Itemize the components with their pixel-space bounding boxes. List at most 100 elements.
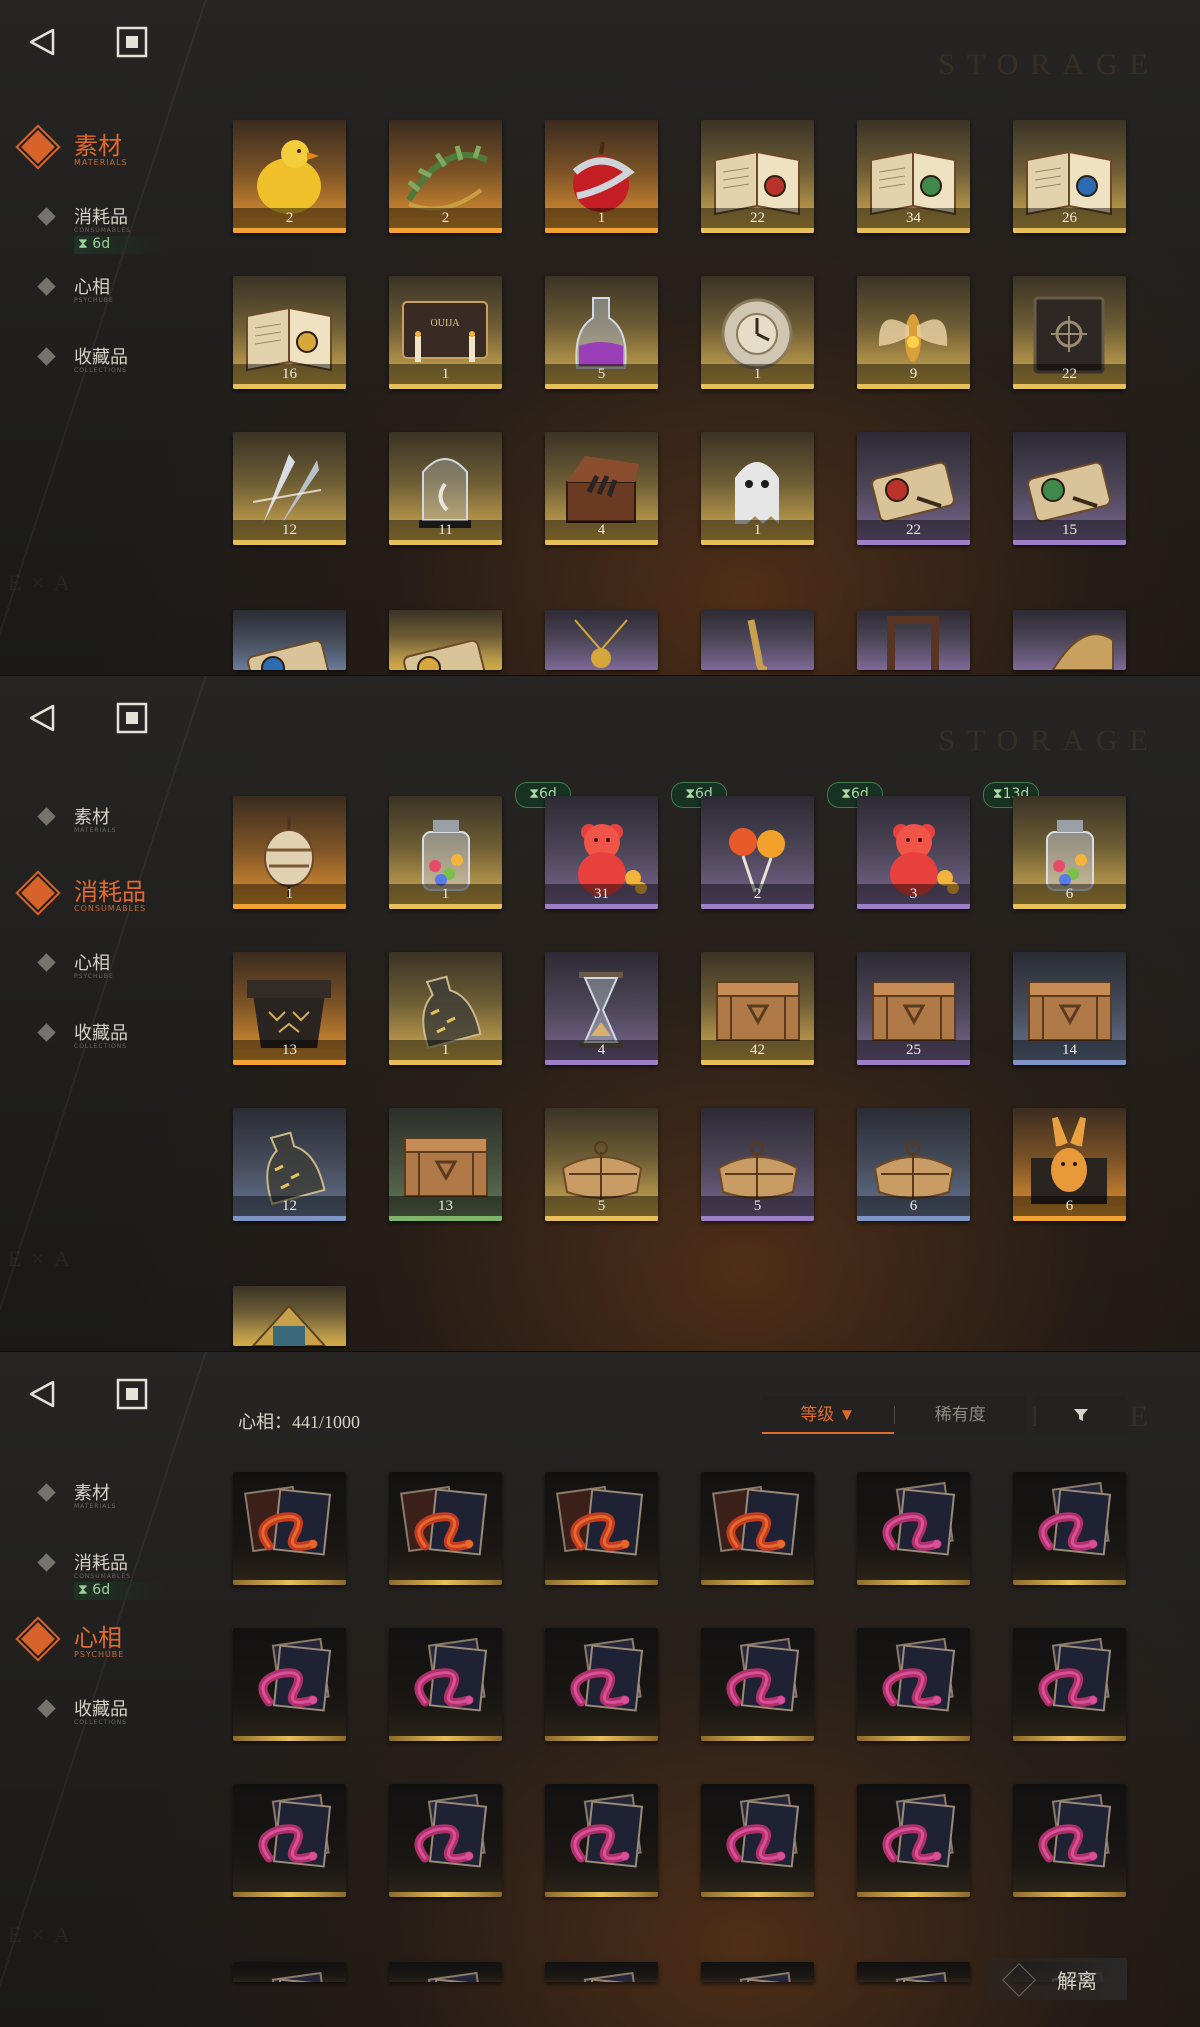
item-tile[interactable]: 31 bbox=[545, 796, 658, 909]
psychube-card[interactable] bbox=[389, 1628, 502, 1741]
item-count: 26 bbox=[1013, 208, 1126, 228]
item-tile[interactable]: 12 bbox=[233, 1108, 346, 1221]
item-tile[interactable]: 1 bbox=[233, 796, 346, 909]
item-tile[interactable]: 1 bbox=[389, 952, 502, 1065]
item-tile[interactable] bbox=[857, 610, 970, 670]
item-tile[interactable]: 22 bbox=[1013, 276, 1126, 389]
item-tile[interactable]: 14 bbox=[1013, 952, 1126, 1065]
item-tile[interactable]: 2 bbox=[233, 120, 346, 233]
rarity-bar bbox=[857, 384, 970, 389]
item-tile[interactable]: 2 bbox=[389, 120, 502, 233]
item-tile[interactable]: 1 bbox=[701, 276, 814, 389]
back-button[interactable] bbox=[22, 22, 62, 62]
item-tile[interactable]: 11 bbox=[389, 432, 502, 545]
item-tile[interactable]: 5 bbox=[545, 276, 658, 389]
psychube-card[interactable] bbox=[857, 1784, 970, 1897]
item-tile[interactable] bbox=[233, 610, 346, 670]
psychube-card[interactable] bbox=[545, 1472, 658, 1585]
rarity-bar bbox=[701, 540, 814, 545]
nav-item-psychube[interactable]: 心相 PSYCHUBE bbox=[0, 266, 200, 336]
nav-item-materials[interactable]: 素材 MATERIALS bbox=[0, 1472, 200, 1542]
item-tile[interactable]: 22 bbox=[701, 120, 814, 233]
item-tile[interactable]: 5 bbox=[701, 1108, 814, 1221]
item-tile[interactable]: 1 bbox=[545, 120, 658, 233]
rarity-bar bbox=[701, 904, 814, 909]
home-button[interactable] bbox=[112, 698, 152, 738]
filter-button[interactable] bbox=[1036, 1396, 1126, 1434]
psychube-card[interactable] bbox=[701, 1628, 814, 1741]
psychube-card[interactable] bbox=[1013, 1628, 1126, 1741]
nav-item-psychube[interactable]: 心相 PSYCHUBE bbox=[0, 942, 200, 1012]
item-tile[interactable]: 22 bbox=[857, 432, 970, 545]
item-tile[interactable]: 5 bbox=[545, 1108, 658, 1221]
psychube-card[interactable] bbox=[701, 1962, 814, 1982]
psychube-card[interactable] bbox=[1013, 1784, 1126, 1897]
rarity-bar bbox=[233, 384, 346, 389]
psychube-card[interactable] bbox=[233, 1628, 346, 1741]
item-tile[interactable]: 4 bbox=[545, 952, 658, 1065]
sort-by-rarity[interactable]: 稀有度 bbox=[895, 1396, 1027, 1434]
item-tile[interactable]: 25 bbox=[857, 952, 970, 1065]
filter-icon bbox=[1074, 1409, 1088, 1421]
psychube-card[interactable] bbox=[857, 1628, 970, 1741]
psychube-card[interactable] bbox=[545, 1962, 658, 1982]
item-tile[interactable] bbox=[389, 610, 502, 670]
item-tile[interactable]: 2 bbox=[701, 796, 814, 909]
item-tile[interactable] bbox=[545, 610, 658, 670]
psychube-card[interactable] bbox=[545, 1628, 658, 1741]
nav-item-consumables[interactable]: 消耗品 CONSUMABLES ⧗ 6d bbox=[0, 1542, 200, 1612]
nav-item-sublabel: CONSUMABLES bbox=[74, 1573, 131, 1580]
nav-item-collections[interactable]: 收藏品 COLLECTIONS bbox=[0, 1012, 200, 1082]
nav-item-materials[interactable]: 素材 MATERIALS bbox=[0, 796, 200, 866]
item-tile[interactable]: 16 bbox=[233, 276, 346, 389]
item-tile[interactable]: 1 bbox=[701, 432, 814, 545]
back-button[interactable] bbox=[22, 698, 62, 738]
nav-item-consumables[interactable]: 消耗品 CONSUMABLES ⧗ 6d bbox=[0, 196, 200, 266]
back-button[interactable] bbox=[22, 1374, 62, 1414]
psychube-card[interactable] bbox=[233, 1472, 346, 1585]
item-tile[interactable]: 6 bbox=[857, 1108, 970, 1221]
psychube-card[interactable] bbox=[389, 1784, 502, 1897]
item-tile[interactable] bbox=[701, 610, 814, 670]
item-tile[interactable] bbox=[1013, 610, 1126, 670]
psychube-card[interactable] bbox=[389, 1962, 502, 1982]
nav-item-consumables[interactable]: 消耗品 CONSUMABLES bbox=[0, 866, 200, 946]
home-button[interactable] bbox=[112, 1374, 152, 1414]
rarity-bar bbox=[1013, 228, 1126, 233]
psychube-card[interactable] bbox=[701, 1784, 814, 1897]
nav-item-materials[interactable]: 素材 MATERIALS bbox=[0, 120, 200, 200]
nav-item-label: 心相 bbox=[74, 953, 110, 973]
item-tile[interactable]: 6 bbox=[1013, 796, 1126, 909]
item-tile[interactable]: 6 bbox=[1013, 1108, 1126, 1221]
nav-item-sublabel: PSYCHUBE bbox=[74, 1650, 125, 1659]
nav-item-collections[interactable]: 收藏品 COLLECTIONS bbox=[0, 336, 200, 406]
item-tile[interactable]: 13 bbox=[233, 952, 346, 1065]
item-tile[interactable]: 42 bbox=[701, 952, 814, 1065]
item-tile[interactable] bbox=[233, 1286, 346, 1346]
psychube-card[interactable] bbox=[857, 1472, 970, 1585]
nav-item-psychube[interactable]: 心相 PSYCHUBE bbox=[0, 1612, 200, 1692]
rarity-bar bbox=[545, 540, 658, 545]
home-button[interactable] bbox=[112, 22, 152, 62]
sort-by-level[interactable]: 等级 ▼ bbox=[762, 1396, 894, 1434]
item-tile[interactable]: 3 bbox=[857, 796, 970, 909]
item-tile[interactable]: 4 bbox=[545, 432, 658, 545]
item-tile[interactable]: 9 bbox=[857, 276, 970, 389]
item-tile[interactable]: 13 bbox=[389, 1108, 502, 1221]
item-tile[interactable]: 34 bbox=[857, 120, 970, 233]
release-button[interactable]: 解离 bbox=[985, 1958, 1127, 2000]
psychube-card[interactable] bbox=[857, 1962, 970, 1982]
psychube-card[interactable] bbox=[545, 1784, 658, 1897]
psychube-card[interactable] bbox=[233, 1962, 346, 1982]
item-tile[interactable]: 12 bbox=[233, 432, 346, 545]
item-tile[interactable]: 26 bbox=[1013, 120, 1126, 233]
nav-item-collections[interactable]: 收藏品 COLLECTIONS bbox=[0, 1688, 200, 1758]
item-tile[interactable]: 15 bbox=[1013, 432, 1126, 545]
item-tile[interactable]: 1 bbox=[389, 796, 502, 909]
psychube-card[interactable] bbox=[1013, 1472, 1126, 1585]
psychube-card[interactable] bbox=[701, 1472, 814, 1585]
item-tile[interactable]: OUIJA 1 bbox=[389, 276, 502, 389]
item-count: 12 bbox=[233, 520, 346, 540]
psychube-card[interactable] bbox=[389, 1472, 502, 1585]
psychube-card[interactable] bbox=[233, 1784, 346, 1897]
